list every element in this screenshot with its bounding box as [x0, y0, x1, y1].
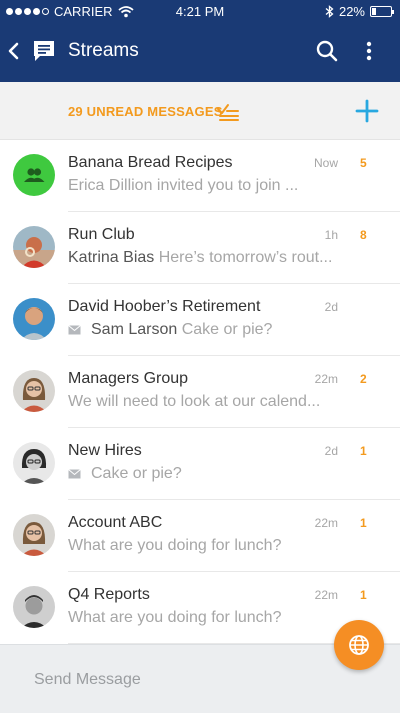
battery-fill	[372, 8, 376, 15]
unread-badge: 2	[360, 372, 367, 386]
unread-badge: 1	[360, 516, 367, 530]
stream-title: Account ABC	[68, 514, 163, 531]
page-title: Streams	[68, 40, 139, 61]
stream-preview: We will need to look at our calend...	[68, 393, 358, 411]
avatar	[13, 514, 55, 556]
unread-count-label[interactable]: 29 UNREAD MESSAGES	[68, 104, 223, 119]
unread-badge: 1	[360, 588, 367, 602]
globe-button[interactable]	[334, 620, 384, 670]
stream-title: Run Club	[68, 226, 135, 243]
status-bar: CARRIER 4:21 PM 22%	[0, 0, 400, 24]
search-icon[interactable]	[314, 38, 340, 64]
preview-text: Erica Dillion invited you to join ...	[68, 177, 299, 194]
more-options-icon[interactable]	[358, 38, 380, 64]
stream-time: 22m	[314, 588, 338, 602]
stream-row[interactable]: New Hires Cake or pie? 2d 1	[0, 428, 400, 500]
preview-text: Cake or pie?	[91, 465, 182, 482]
group-icon	[13, 154, 55, 196]
navigation-bar: Streams	[0, 30, 400, 74]
avatar	[13, 442, 55, 484]
battery-percentage: 22%	[338, 4, 365, 19]
stream-time: 22m	[314, 516, 338, 530]
stream-title: Managers Group	[68, 370, 189, 387]
preview-text: What are you doing for lunch?	[68, 609, 282, 626]
back-chevron-icon[interactable]	[6, 38, 22, 64]
stream-title: Banana Bread Recipes	[68, 154, 233, 171]
preview-text: Cake or pie?	[181, 321, 273, 338]
stream-title: Q4 Reports	[68, 586, 150, 603]
app-header: CARRIER 4:21 PM 22% Streams	[0, 0, 400, 82]
avatar	[13, 370, 55, 412]
mark-all-read-icon[interactable]	[216, 100, 240, 122]
chat-bubble-icon	[34, 41, 54, 61]
avatar	[13, 586, 55, 628]
stream-preview: Sam Larson Cake or pie?	[68, 321, 358, 339]
stream-preview: What are you doing for lunch?	[68, 537, 358, 555]
preview-text: We will need to look at our calend...	[68, 393, 321, 410]
unread-badge: 8	[360, 228, 367, 242]
preview-text: What are you doing for lunch?	[68, 537, 282, 554]
stream-time: 2d	[324, 300, 338, 314]
bluetooth-icon	[325, 5, 334, 18]
unread-badge: 1	[360, 444, 367, 458]
stream-preview: What are you doing for lunch?	[68, 609, 358, 627]
preview-sender: Katrina Bias	[68, 249, 155, 266]
stream-preview: Katrina Bias Here’s tomorrow’s rout...	[68, 249, 358, 267]
stream-preview: Cake or pie?	[68, 465, 358, 483]
stream-preview: Erica Dillion invited you to join ...	[68, 177, 358, 195]
unread-badge: 5	[360, 156, 367, 170]
stream-row[interactable]: David Hoober’s Retirement Sam Larson Cak…	[0, 284, 400, 356]
mail-icon	[68, 325, 81, 335]
unread-summary-bar: 29 UNREAD MESSAGES	[0, 82, 400, 140]
stream-list: Banana Bread Recipes Erica Dillion invit…	[0, 140, 400, 644]
avatar	[13, 226, 55, 268]
stream-row[interactable]: Account ABC What are you doing for lunch…	[0, 500, 400, 572]
preview-sender: Sam Larson	[91, 321, 178, 338]
stream-row[interactable]: Managers Group We will need to look at o…	[0, 356, 400, 428]
mail-icon	[68, 469, 81, 479]
stream-title: David Hoober’s Retirement	[68, 298, 261, 315]
stream-time: Now	[313, 156, 338, 170]
stream-row[interactable]: Run Club Katrina Bias Here’s tomorrow’s …	[0, 212, 400, 284]
stream-time: 2d	[324, 444, 338, 458]
avatar	[13, 298, 55, 340]
stream-time: 22m	[314, 372, 338, 386]
preview-text: Here’s tomorrow’s rout...	[158, 249, 333, 266]
stream-title: New Hires	[68, 442, 142, 459]
stream-time: 1h	[324, 228, 338, 242]
globe-icon	[349, 635, 369, 655]
stream-row[interactable]: Banana Bread Recipes Erica Dillion invit…	[0, 140, 400, 212]
battery-icon	[370, 6, 394, 17]
add-stream-icon[interactable]	[354, 98, 380, 124]
send-message-input[interactable]: Send Message	[34, 671, 141, 689]
